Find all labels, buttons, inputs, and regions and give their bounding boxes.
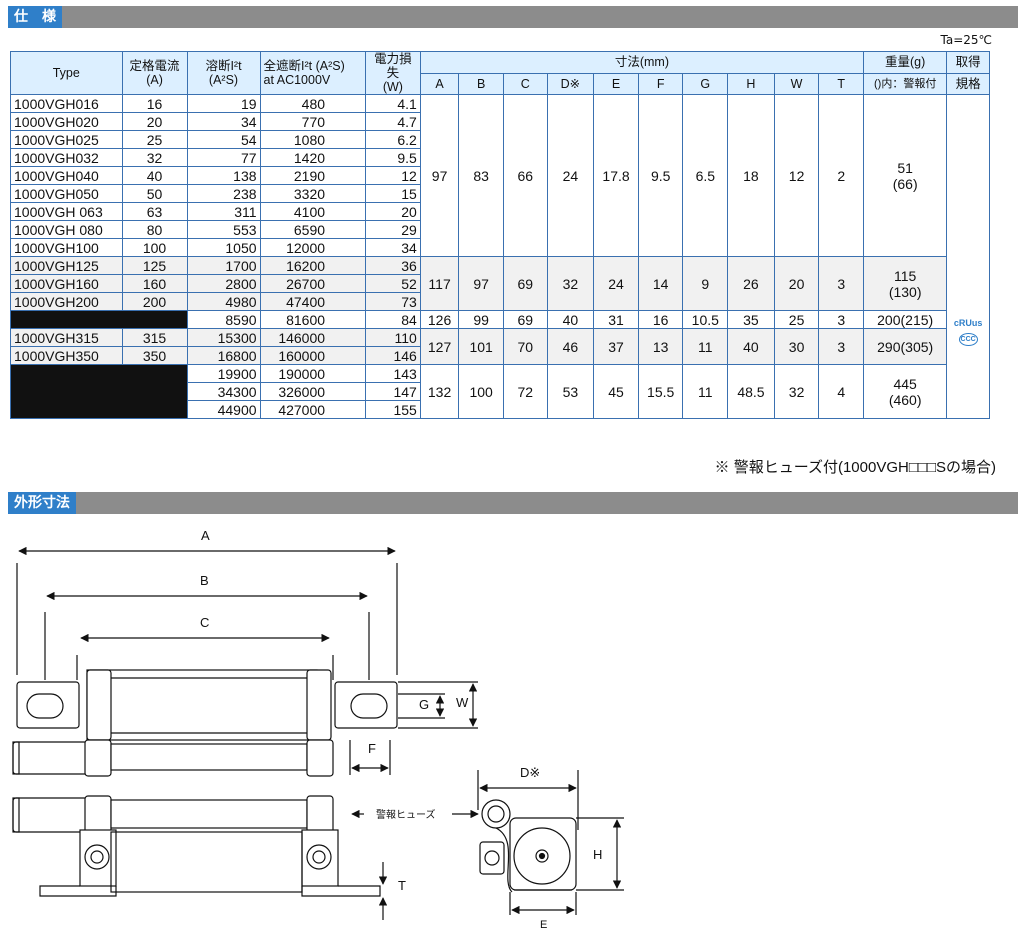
label-g: G xyxy=(419,697,429,712)
label-t: T xyxy=(398,878,406,893)
label-a: A xyxy=(201,528,210,543)
label-h: H xyxy=(593,847,602,862)
label-f: F xyxy=(368,741,376,756)
label-e: E xyxy=(540,919,547,931)
label-d: D※ xyxy=(520,765,540,780)
label-b: B xyxy=(200,573,209,588)
alarm-fuse-label: 警報ヒューズ xyxy=(376,808,436,821)
label-w: W xyxy=(456,695,469,710)
dimension-drawing: A B C G W F D※ H E T 警報ヒューズ xyxy=(12,528,624,931)
label-c: C xyxy=(200,615,209,630)
